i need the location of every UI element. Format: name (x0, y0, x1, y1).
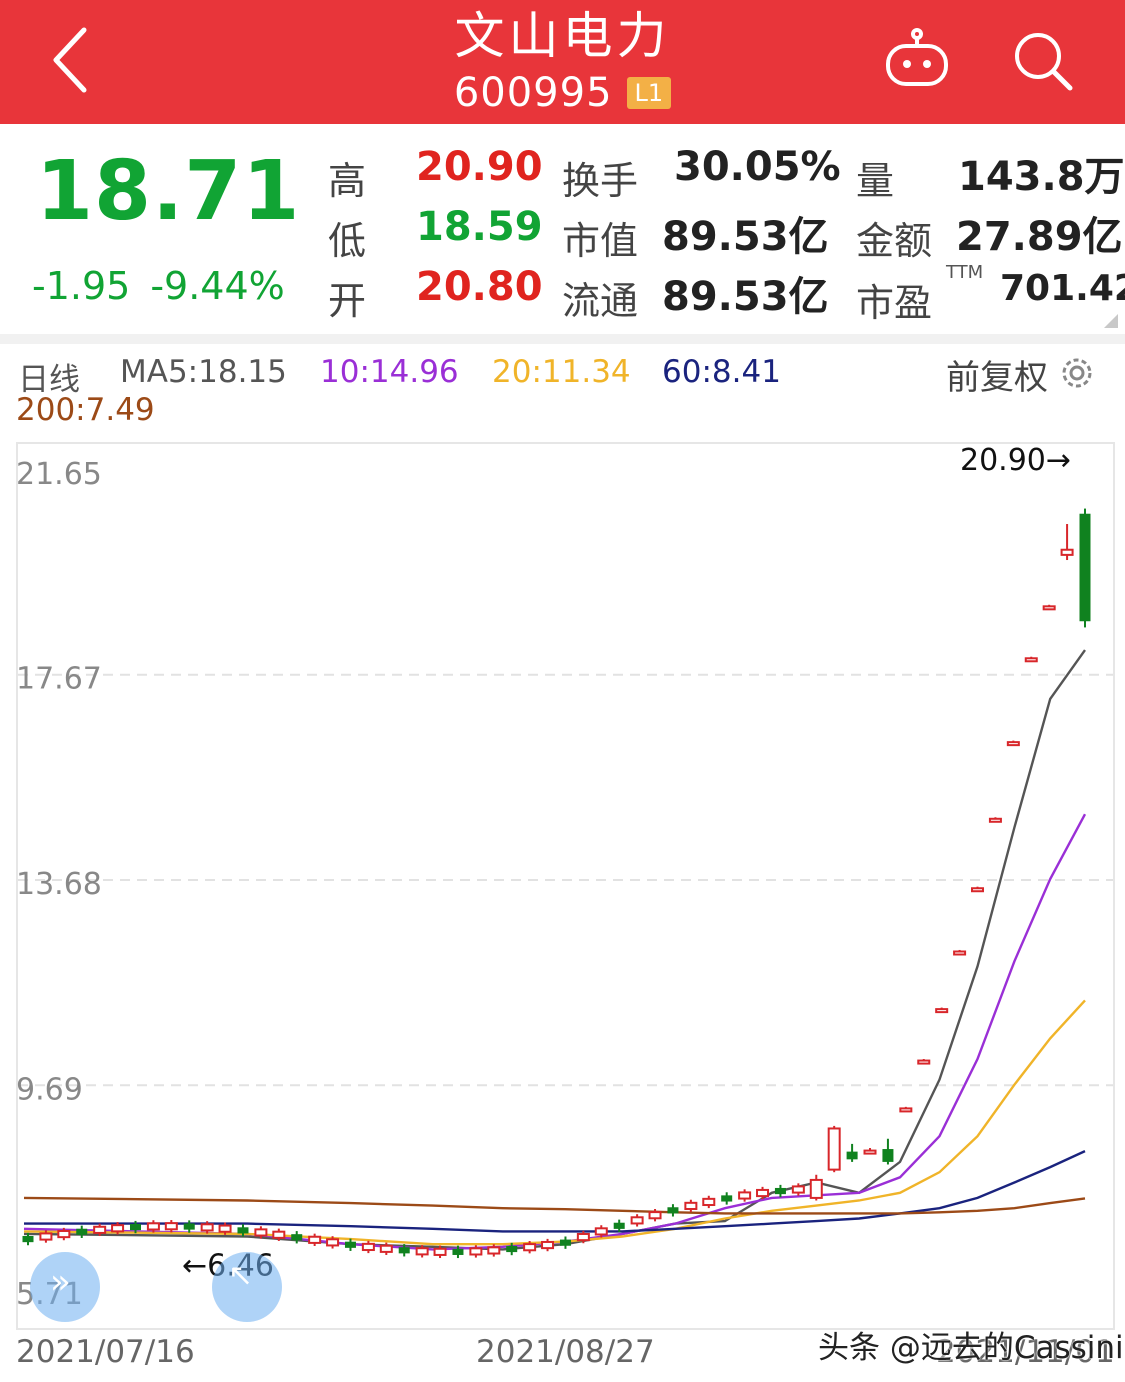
amount-value: 27.89亿 (956, 214, 1123, 260)
pe-ttm-superscript: TTM (946, 262, 984, 283)
stock-code: 600995 (453, 70, 613, 116)
double-chevron-icon: » (50, 1262, 71, 1302)
gear-icon[interactable] (1058, 354, 1096, 392)
robot-assistant-button[interactable] (884, 28, 950, 90)
pe-value: 701.42 (1000, 268, 1125, 309)
level-badge: L1 (626, 77, 672, 109)
ma60-legend: 60:8.41 (662, 354, 781, 390)
market-cap-value: 89.53亿 (662, 214, 829, 260)
robot-icon (886, 28, 948, 86)
change-row: -1.95 -9.44% (32, 264, 305, 308)
stock-code-row: 600995 L1 (0, 68, 1125, 116)
stock-name: 文山电力 (454, 7, 671, 65)
price-change-pct: -9.44% (150, 264, 285, 308)
ma200-legend: 200:7.49 (16, 392, 155, 428)
kline-chart-frame[interactable] (16, 442, 1115, 1330)
volume-label: 量 (856, 159, 895, 203)
watermark: 头条 @远去的Cassini (818, 1330, 1124, 1366)
low-value: 18.59 (416, 204, 543, 250)
search-icon (1015, 33, 1073, 91)
x-tick-label: 2021/08/27 (476, 1334, 655, 1370)
float-cap-value: 89.53亿 (662, 274, 829, 320)
ma20-legend: 20:11.34 (492, 354, 631, 390)
low-label: 低 (328, 219, 367, 263)
expand-arrow-icon: ↖ (228, 1258, 254, 1293)
section-divider (0, 334, 1125, 344)
high-label: 高 (328, 159, 367, 203)
high-value: 20.90 (416, 144, 543, 190)
adjust-mode-button[interactable]: 前复权 (946, 350, 1048, 399)
turnover-value: 30.05% (674, 144, 841, 190)
ma5-legend: MA5:18.15 (120, 354, 287, 390)
price-change: -1.95 (32, 264, 131, 308)
volume-value: 143.8万 (958, 154, 1125, 200)
x-tick-label: 2021/07/16 (16, 1334, 195, 1370)
search-button[interactable] (1010, 28, 1074, 92)
pe-label: 市盈 (856, 281, 933, 325)
expand-corner-icon[interactable] (1104, 314, 1118, 328)
market-cap-label: 市值 (562, 219, 639, 263)
ma10-legend: 10:14.96 (320, 354, 459, 390)
app-header: 文山电力 600995 L1 (0, 0, 1125, 124)
open-value: 20.80 (416, 264, 543, 310)
quote-panel: 18.71 -1.95 -9.44% 高 20.90 低 18.59 开 20.8… (0, 124, 1125, 334)
last-price: 18.71 (36, 144, 301, 239)
float-cap-label: 流通 (562, 279, 639, 323)
amount-label: 金额 (856, 219, 933, 263)
open-label: 开 (328, 279, 367, 323)
turnover-label: 换手 (562, 159, 639, 203)
